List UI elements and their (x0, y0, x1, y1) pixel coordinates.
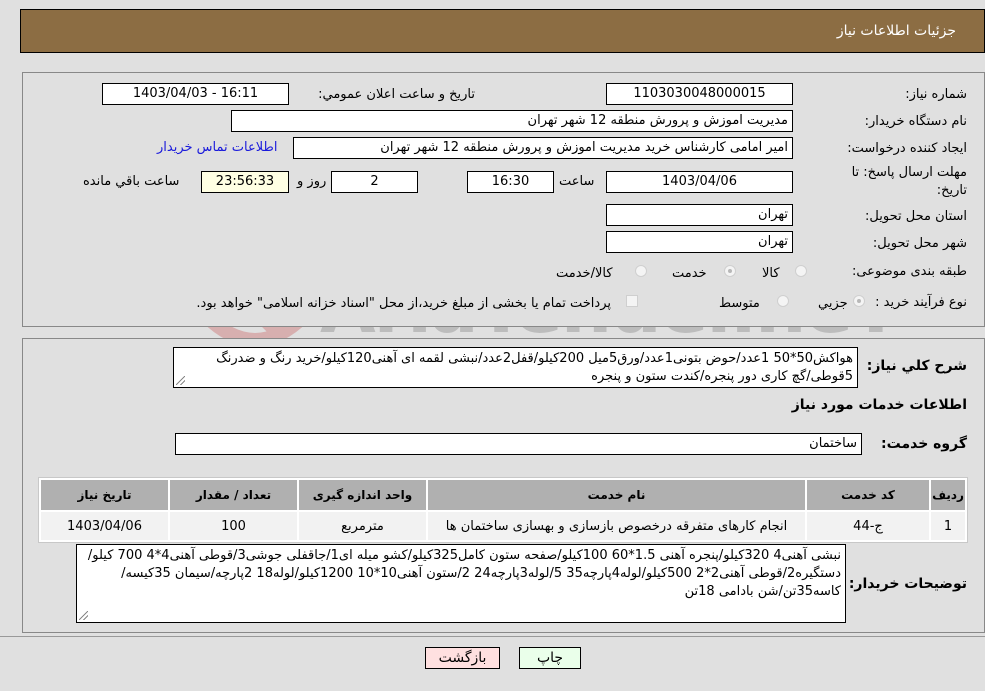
services-section-title: اطلاعات خدمات مورد نياز (791, 397, 967, 413)
cell-unit: مترمربع (299, 512, 426, 540)
delivery-province-label: استان محل تحويل: (865, 209, 967, 224)
category-label: طبقه بندی موضوعی: (851, 264, 967, 279)
back-button[interactable]: بازگشت (425, 647, 500, 669)
column-header-unit: واحد اندازه گيری (299, 480, 426, 510)
cell-service-code: ج-44 (807, 512, 929, 540)
cell-need-date: 1403/04/06 (41, 512, 168, 540)
page-title: جزئیات اطلاعات نیاز (836, 23, 956, 39)
deadline-date-field: 1403/04/06 (606, 171, 793, 193)
buyer-org-field: مدیریت اموزش و پرورش منطقه 12 شهر تهران (231, 110, 793, 132)
treasury-checkbox[interactable] (626, 295, 638, 307)
treasury-note: پرداخت تمام یا بخشی از مبلغ خرید،از محل … (196, 296, 611, 311)
buyer-notes-label: توضيحات خريدار: (848, 576, 967, 592)
delivery-province-field: تهران (606, 204, 793, 226)
service-group-field: ساختمان (175, 433, 862, 455)
days-remaining-field: 2 (331, 171, 418, 193)
column-header-quantity: تعداد / مقدار (170, 480, 297, 510)
resize-grip-icon[interactable] (79, 611, 88, 620)
purchase-type-option-minor: جزيي (818, 296, 848, 311)
cell-service-name: انجام کارهای متفرقه درخصوص بازسازی و بهس… (428, 512, 805, 540)
need-number-field: 1103030048000015 (606, 83, 793, 105)
delivery-city-field: تهران (606, 231, 793, 253)
buyer-contact-link[interactable]: اطلاعات تماس خریدار (157, 140, 277, 155)
resize-grip-icon[interactable] (176, 376, 185, 385)
category-option-goods: کالا (762, 266, 780, 281)
buyer-notes-text: نبشی آهنی4 320کیلو/پنجره آهنی 1.5*60 100… (87, 548, 841, 599)
buyer-org-label: نام دستگاه خريدار: (864, 114, 967, 129)
description-textarea[interactable]: هواکش50*50 1عدد/حوض بتونی1عدد/ورق5میل 20… (173, 347, 858, 388)
category-radio-goods[interactable] (795, 265, 807, 277)
delivery-city-label: شهر محل تحويل: (872, 236, 967, 251)
cell-row-number: 1 (931, 512, 965, 540)
column-header-service-name: نام خدمت (428, 480, 805, 510)
announce-datetime-field: 1403/04/03 - 16:11 (102, 83, 289, 105)
buyer-notes-textarea[interactable]: نبشی آهنی4 320کیلو/پنجره آهنی 1.5*60 100… (76, 544, 846, 623)
days-label: روز و (297, 174, 327, 189)
purchase-type-radio-minor[interactable] (853, 295, 865, 307)
service-group-label: گروه خدمت: (881, 436, 967, 452)
bottom-divider (0, 636, 985, 637)
deadline-time-field: 16:30 (467, 171, 554, 193)
purchase-type-label: نوع فرآيند خريد : (875, 295, 967, 310)
need-number-label: شماره نیاز: (905, 87, 967, 102)
description-text: هواکش50*50 1عدد/حوض بتونی1عدد/ورق5میل 20… (216, 351, 853, 384)
print-button[interactable]: چاپ (519, 647, 581, 669)
table-header-row: رديف كد خدمت نام خدمت واحد اندازه گيری ت… (41, 480, 965, 510)
remaining-time-field: 23:56:33 (201, 171, 289, 193)
column-header-row-number: رديف (931, 480, 965, 510)
purchase-type-option-medium: متوسط (719, 296, 760, 311)
purchase-type-radio-medium[interactable] (777, 295, 789, 307)
services-table: رديف كد خدمت نام خدمت واحد اندازه گيری ت… (38, 477, 968, 543)
column-header-need-date: تاريخ نياز (41, 480, 168, 510)
category-radio-goods-service[interactable] (635, 265, 647, 277)
deadline-label: مهلت ارسال پاسخ: تا (851, 165, 967, 180)
category-option-goods-service: کالا/خدمت (556, 266, 613, 281)
page-header: جزئیات اطلاعات نیاز (20, 9, 985, 53)
announce-datetime-label: تاریخ و ساعت اعلان عمومي: (318, 87, 475, 102)
column-header-service-code: كد خدمت (807, 480, 929, 510)
table-row: 1 ج-44 انجام کارهای متفرقه درخصوص بازساز… (41, 512, 965, 540)
category-radio-service[interactable] (724, 265, 736, 277)
requester-field: امیر امامی کارشناس خرید مدیریت اموزش و پ… (293, 137, 793, 159)
remaining-time-label: ساعت باقي مانده (83, 174, 180, 189)
deadline-label-date: تاريخ: (936, 183, 967, 198)
requester-label: ايجاد كننده درخواست: (847, 141, 967, 156)
deadline-time-label: ساعت (559, 174, 595, 189)
cell-quantity: 100 (170, 512, 297, 540)
description-label: شرح كلي نياز: (866, 358, 967, 374)
category-option-service: خدمت (672, 266, 707, 281)
